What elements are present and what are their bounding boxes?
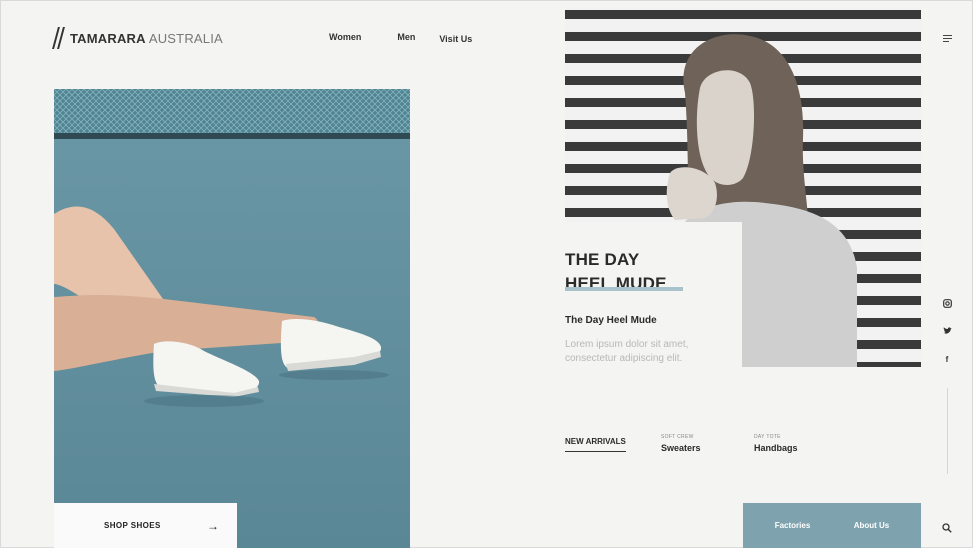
footer-factories-link[interactable]: Factories — [775, 521, 811, 530]
hero-description: Lorem ipsum dolor sit amet, consectetur … — [565, 339, 689, 364]
category-sweaters[interactable]: SOFT CREW Sweaters — [661, 434, 701, 453]
brand-name-light: AUSTRALIA — [148, 30, 223, 46]
nav-visit-us[interactable]: Visit Us — [439, 34, 472, 44]
headline-underline — [565, 287, 683, 291]
footer-links: Factories About Us — [743, 503, 921, 548]
brand-name: TAMARARA AUSTRALIA — [70, 31, 223, 46]
twitter-icon[interactable] — [942, 327, 952, 337]
search-icon[interactable] — [942, 520, 952, 533]
category-sweaters-caption: SOFT CREW — [661, 434, 694, 440]
category-handbags[interactable]: DAY TOTE Handbags — [754, 434, 798, 453]
category-handbags-caption: DAY TOTE — [754, 434, 781, 440]
logo-mark-icon — [52, 27, 66, 49]
hero-headline-line1: THE DAY — [565, 250, 640, 269]
brand-logo[interactable]: TAMARARA AUSTRALIA — [52, 27, 223, 49]
tab-new-arrivals[interactable]: NEW ARRIVALS — [565, 437, 626, 452]
social-divider — [947, 388, 948, 474]
facebook-icon[interactable]: f — [942, 355, 952, 364]
category-handbags-label: Handbags — [754, 443, 798, 453]
category-sweaters-label: Sweaters — [661, 443, 701, 453]
arrow-right-icon: → — [207, 518, 219, 533]
main-nav: Women Men Visit Us — [329, 32, 472, 44]
hero-subheading: The Day Heel Mude — [565, 315, 657, 326]
nav-men[interactable]: Men — [397, 32, 415, 44]
footer-about-link[interactable]: About Us — [854, 521, 890, 530]
nav-women[interactable]: Women — [329, 32, 361, 44]
brand-name-bold: TAMARARA — [70, 30, 146, 46]
hero-headline-line2: HEEL MUDE — [565, 274, 667, 293]
shoes-photo-illustration — [54, 89, 410, 548]
shop-shoes-button[interactable]: SHOP SHOES → — [54, 503, 237, 548]
shoes-photo — [54, 89, 410, 548]
hamburger-menu-icon[interactable] — [943, 35, 952, 43]
instagram-icon[interactable] — [942, 299, 952, 310]
shop-shoes-label: SHOP SHOES — [104, 521, 161, 530]
